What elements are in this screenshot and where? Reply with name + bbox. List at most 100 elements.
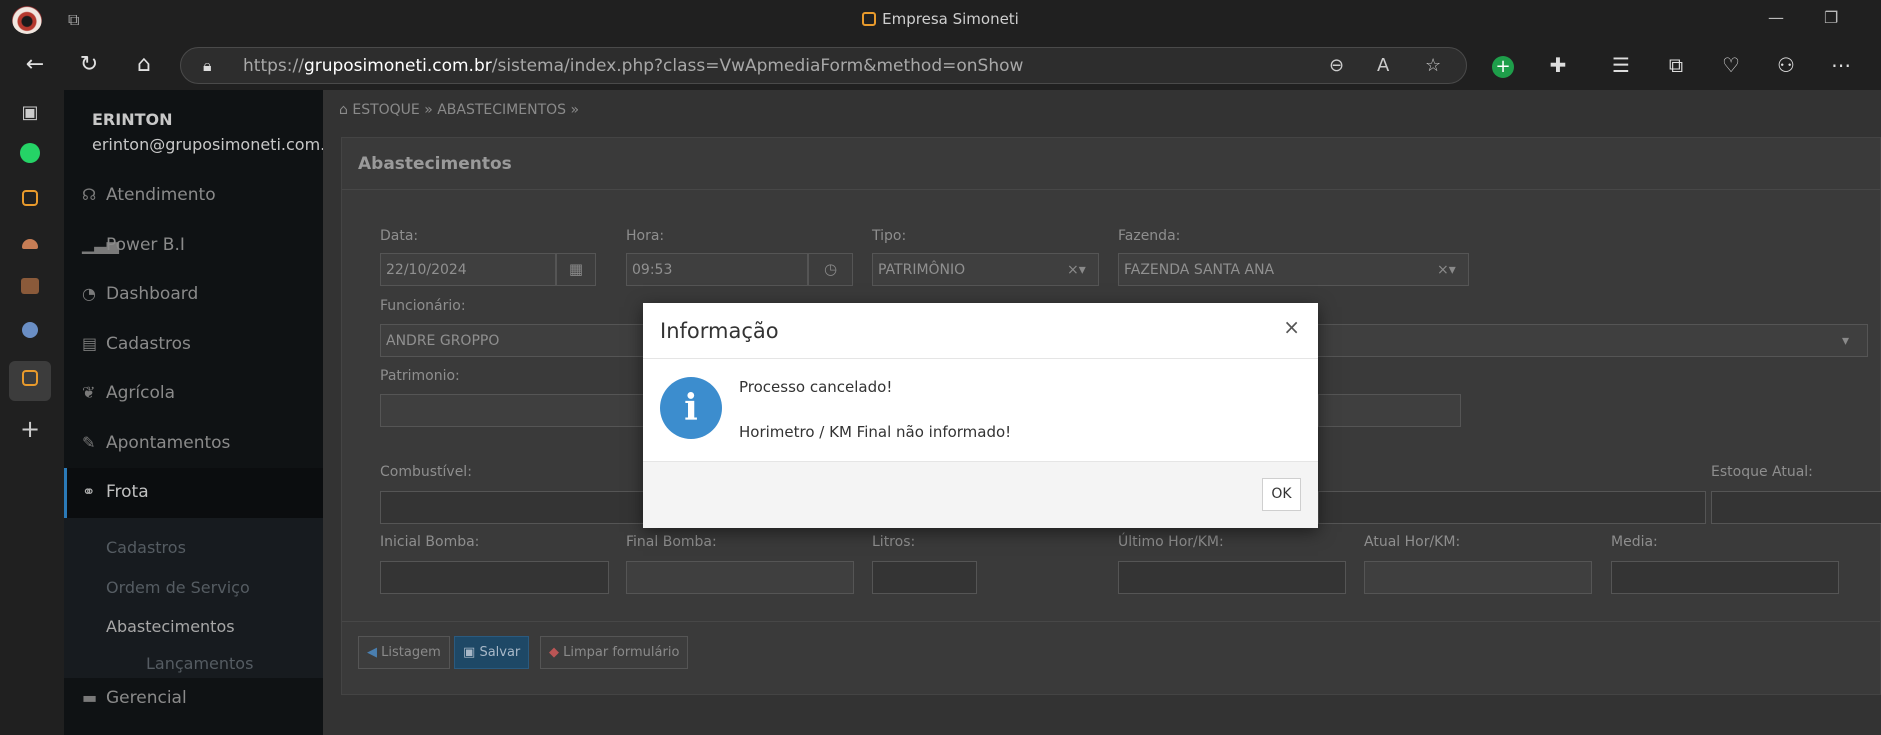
info-icon: i (660, 377, 722, 439)
submenu-lancamentos[interactable]: Lançamentos (146, 654, 253, 673)
submenu-ordem-servico[interactable]: Ordem de Serviço (106, 578, 250, 597)
pie-chart-icon: ◔ (82, 284, 96, 303)
clear-fazenda-icon[interactable]: ×▾ (1437, 262, 1456, 278)
simoneti-app-icon[interactable] (17, 188, 43, 214)
minimize-button[interactable]: — (1768, 8, 1784, 27)
patrimonio-label: Patrimonio: (380, 368, 460, 384)
media-field[interactable] (1611, 561, 1839, 594)
menu-agricola[interactable]: ❦ Agrícola (82, 383, 175, 413)
limpar-formulario-button[interactable]: ◆ Limpar formulário (540, 636, 689, 669)
patrimonio-info-field[interactable] (1318, 394, 1461, 427)
copilot-icon[interactable]: ⚇ (1773, 52, 1799, 78)
form-footer: ◀ Listagem ▣ Salvar ◆ Limpar formulário (342, 621, 1880, 696)
clock-icon[interactable]: ◷ (808, 253, 853, 286)
whatsapp-icon[interactable] (17, 143, 43, 169)
atual-hor-label: Atual Hor/KM: (1364, 534, 1461, 550)
back-icon[interactable]: ← (20, 50, 50, 80)
home-icon[interactable]: ⌂ (129, 50, 159, 80)
binoculars-icon: ⚭ (82, 482, 96, 501)
ultimo-hor-field[interactable] (1118, 561, 1346, 594)
fazenda-label: Fazenda: (1118, 228, 1181, 244)
read-aloud-icon[interactable]: A (1377, 55, 1389, 76)
page-title: Abastecimentos (358, 154, 512, 174)
dialog-header: Informação × (643, 303, 1318, 359)
menu-gerencial[interactable]: ▬ Gerencial (82, 688, 187, 718)
zoom-out-icon[interactable]: ⊖ (1329, 55, 1344, 76)
dialog-title: Informação (660, 319, 779, 343)
panel-header: Abastecimentos (342, 138, 1880, 190)
leaf-icon: ❦ (82, 383, 96, 402)
collections-icon[interactable]: ⧉ (1663, 52, 1689, 78)
submenu-cadastros[interactable]: Cadastros (106, 538, 186, 557)
restore-button[interactable]: ❐ (1824, 8, 1838, 27)
combustivel-info-field[interactable] (1318, 491, 1706, 524)
headset-icon: ☊ (82, 185, 97, 204)
briefcase-icon: ▬ (82, 688, 98, 707)
browser-toolbar: ← ↻ ⌂ 🔒︎ https://gruposimoneti.com.br/si… (0, 40, 1881, 90)
more-options-icon[interactable]: ⋯ (1828, 52, 1854, 78)
add-extension-icon[interactable]: + (1490, 52, 1516, 78)
extensions-icon[interactable]: ✚ (1545, 52, 1571, 78)
select-arrow-icon[interactable]: ▾ (1842, 333, 1849, 349)
app-icon-3[interactable] (17, 276, 43, 302)
pencil-icon: ✎ (82, 433, 96, 452)
menu-apontamentos[interactable]: ✎ Apontamentos (82, 433, 230, 463)
favorites-icon[interactable]: ☰ (1608, 52, 1634, 78)
breadcrumb-estoque[interactable]: ESTOQUE (352, 102, 419, 118)
estoque-field (1711, 491, 1881, 524)
data-field[interactable]: 22/10/2024 (380, 253, 556, 286)
litros-field[interactable] (872, 561, 977, 594)
close-icon[interactable]: × (1283, 315, 1300, 339)
hora-field[interactable]: 09:53 (626, 253, 808, 286)
workspaces-icon[interactable]: ▣ (17, 100, 43, 126)
clear-tipo-icon[interactable]: ×▾ (1067, 262, 1086, 278)
submenu-abastecimentos[interactable]: Abastecimentos (106, 617, 235, 636)
inicial-bomba-label: Inicial Bomba: (380, 534, 480, 550)
breadcrumb-separator-icon: » (424, 102, 438, 118)
eraser-icon: ◆ (549, 645, 559, 660)
hora-label: Hora: (626, 228, 665, 244)
funcionario-label: Funcionário: (380, 298, 466, 314)
tipo-select[interactable]: PATRIMÔNIO (872, 253, 1099, 286)
window-title: Empresa Simoneti (0, 10, 1881, 28)
home-icon[interactable]: ⌂ (339, 102, 348, 118)
menu-powerbi[interactable]: ▁▃▅Power B.I (82, 235, 185, 265)
add-sidebar-app-icon[interactable]: + (17, 416, 43, 442)
lock-icon[interactable]: 🔒︎ (203, 56, 212, 76)
browser-titlebar: ⧉ Empresa Simoneti — ❐ (0, 0, 1881, 40)
menu-cadastros[interactable]: ▤ Cadastros (82, 334, 191, 364)
atual-hor-field[interactable] (1364, 561, 1592, 594)
final-bomba-label: Final Bomba: (626, 534, 717, 550)
dialog-message-line1: Processo cancelado! (739, 378, 893, 396)
app-icon-2[interactable] (17, 231, 43, 257)
ok-button[interactable]: OK (1262, 478, 1301, 511)
breadcrumb-separator-icon: » (570, 102, 580, 118)
dialog-message-line2: Horimetro / KM Final não informado! (739, 423, 1012, 441)
menu-dashboard[interactable]: ◔ Dashboard (82, 284, 198, 314)
dialog-footer: OK (643, 461, 1318, 528)
combustivel-field[interactable] (380, 491, 680, 524)
combustivel-label: Combustível: (380, 464, 472, 480)
simoneti-active-icon[interactable] (17, 368, 43, 394)
favorite-star-icon[interactable]: ☆ (1425, 55, 1441, 76)
calendar-icon[interactable]: ▦ (556, 253, 596, 286)
refresh-icon[interactable]: ↻ (74, 50, 104, 80)
funcionario-select[interactable]: ANDRE GROPPO (380, 324, 680, 357)
fazenda-select[interactable]: FAZENDA SANTA ANA (1118, 253, 1469, 286)
breadcrumb-abastecimentos[interactable]: ABASTECIMENTOS (437, 102, 566, 118)
listagem-button[interactable]: ◀ Listagem (358, 636, 450, 669)
app-icon-4[interactable] (17, 320, 43, 346)
inicial-bomba-field[interactable] (380, 561, 609, 594)
final-bomba-field[interactable] (626, 561, 854, 594)
address-bar[interactable]: 🔒︎ https://gruposimoneti.com.br/sistema/… (180, 47, 1467, 84)
salvar-button[interactable]: ▣ Salvar (454, 636, 530, 669)
user-name: ERINTON (92, 110, 173, 129)
menu-atendimento[interactable]: ☊ Atendimento (82, 185, 216, 215)
patrimonio-field[interactable] (380, 394, 680, 427)
info-dialog: Informação × i Processo cancelado! Horim… (643, 303, 1318, 528)
url-text[interactable]: https://gruposimoneti.com.br/sistema/ind… (243, 56, 1023, 76)
site-logo-icon (862, 12, 877, 26)
menu-frota[interactable]: ⚭ Frota (82, 482, 149, 512)
browser-essentials-icon[interactable]: ♡ (1718, 52, 1744, 78)
media-label: Media: (1611, 534, 1658, 550)
